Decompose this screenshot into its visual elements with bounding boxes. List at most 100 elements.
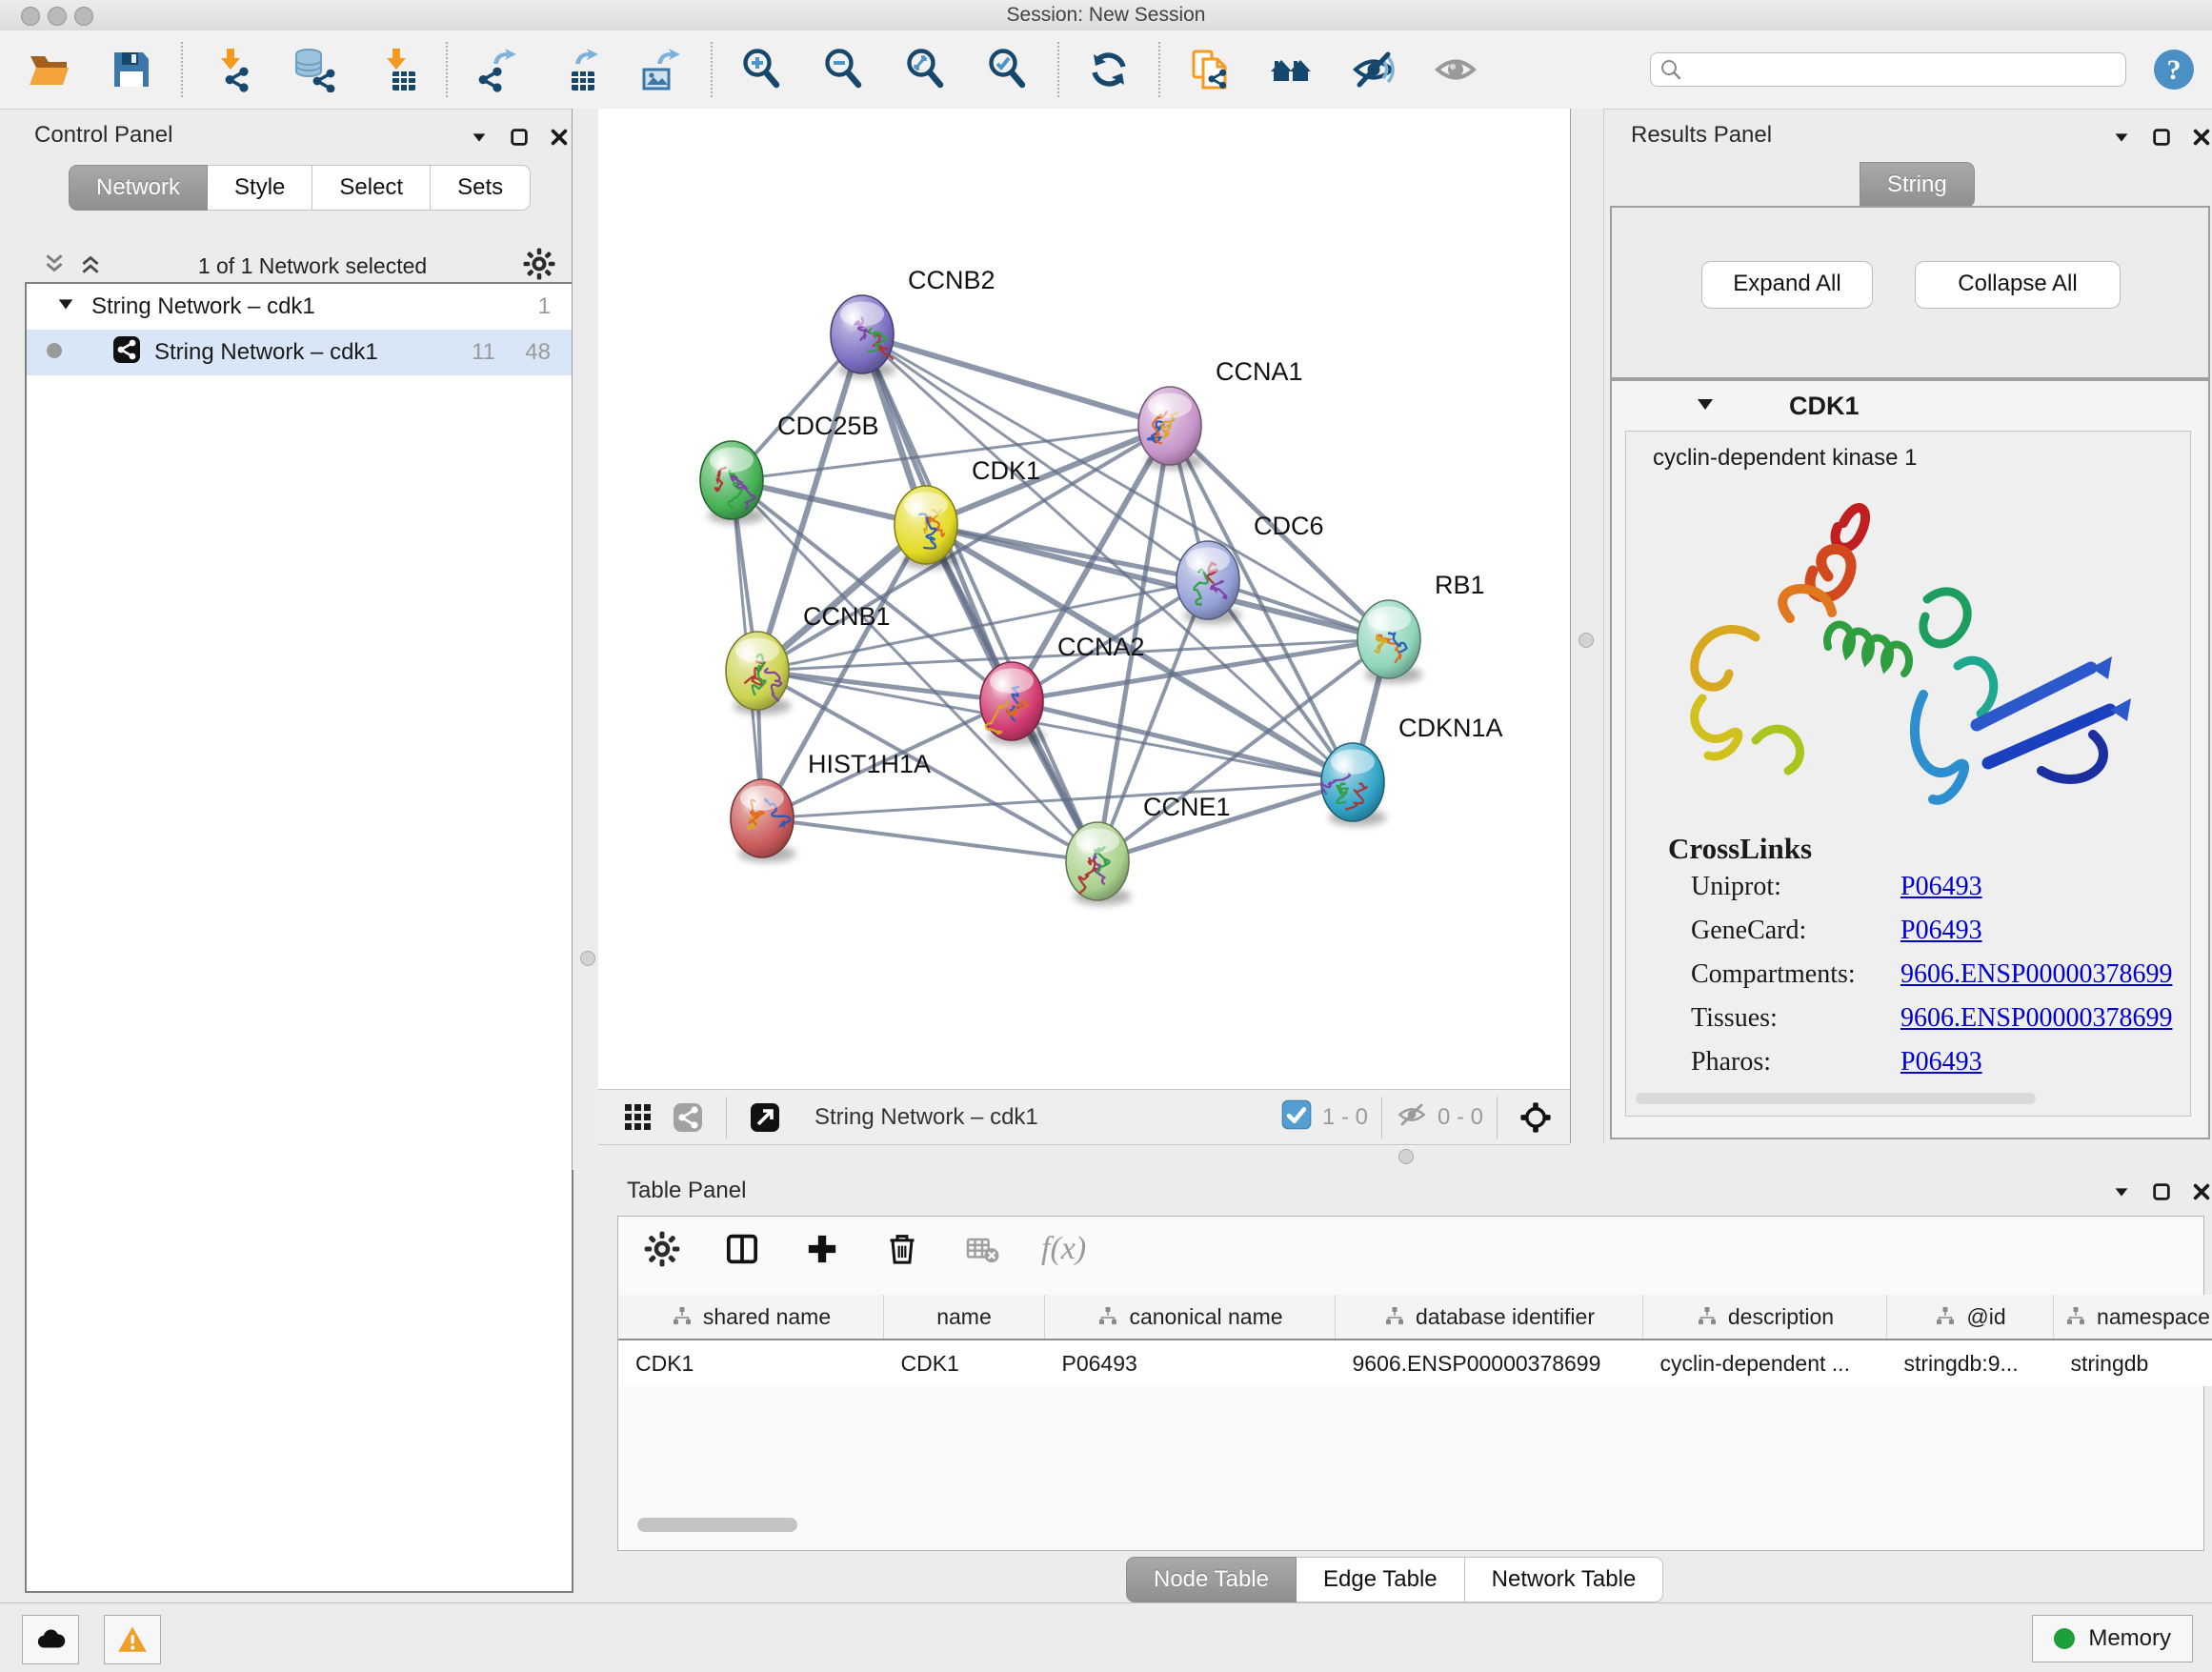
node-CCNA1[interactable]: CCNA1 <box>1138 357 1303 470</box>
collapse-panel-icon[interactable] <box>469 127 490 152</box>
node-table[interactable]: shared namenamecanonical namedatabase id… <box>618 1295 2212 1386</box>
network-canvas[interactable]: CCNB2CCNA1CDC25BCDK1CDC6RB1CCNB1CCNA2CDK… <box>598 109 1570 1089</box>
right-splitter[interactable] <box>1570 109 1604 1170</box>
tab-select[interactable]: Select <box>312 165 431 211</box>
node-CDKN1A[interactable]: CDKN1A <box>1321 714 1503 826</box>
horizontal-splitter-handle[interactable] <box>1398 1149 1414 1164</box>
open-in-window-icon[interactable] <box>740 1093 790 1142</box>
warnings-button[interactable] <box>104 1615 161 1664</box>
crosslink-link[interactable]: P06493 <box>1900 916 1982 945</box>
node-CCNB2[interactable]: CCNB2 <box>831 266 995 378</box>
collapse-panel-icon[interactable] <box>2111 127 2132 152</box>
close-panel-icon[interactable] <box>2191 127 2212 152</box>
close-panel-icon[interactable] <box>549 127 570 152</box>
float-panel-icon[interactable] <box>2151 127 2172 152</box>
tab-style[interactable]: Style <box>208 165 312 211</box>
table-cell[interactable]: CDK1 <box>884 1340 1045 1386</box>
network-options-gear-icon[interactable] <box>522 247 556 286</box>
table-cell[interactable]: CDK1 <box>618 1340 884 1386</box>
zoom-in-button[interactable] <box>737 45 787 94</box>
column-header-name[interactable]: name <box>884 1295 1045 1340</box>
export-network-button[interactable] <box>473 45 522 94</box>
table-cell[interactable]: P06493 <box>1045 1340 1336 1386</box>
import-database-button[interactable] <box>290 45 339 94</box>
open-session-button[interactable] <box>25 45 74 94</box>
table-options-gear-icon[interactable] <box>641 1228 683 1270</box>
tab-node-table[interactable]: Node Table <box>1126 1557 1297 1602</box>
tab-network[interactable]: Network <box>69 165 208 211</box>
export-table-button[interactable] <box>554 45 604 94</box>
string-home-button[interactable] <box>1267 45 1317 94</box>
table-cell[interactable]: cyclin-dependent ... <box>1643 1340 1887 1386</box>
network-row[interactable]: String Network – cdk1 11 48 <box>27 330 572 375</box>
column-header--id[interactable]: @id <box>1887 1295 2054 1340</box>
selected-checkbox-icon[interactable] <box>1280 1098 1313 1136</box>
eye-gray-icon <box>1433 47 1478 92</box>
results-hscrollbar[interactable] <box>1636 1093 2036 1104</box>
float-panel-icon[interactable] <box>2151 1181 2172 1207</box>
edge-CCNB1-CCNA2[interactable] <box>757 671 1012 701</box>
copy-network-button[interactable] <box>1185 45 1235 94</box>
save-session-button[interactable] <box>107 45 156 94</box>
import-network-button[interactable] <box>208 45 257 94</box>
help-button[interactable]: ? <box>2149 45 2199 94</box>
table-row[interactable]: CDK1CDK1P064939606.ENSP00000378699cyclin… <box>618 1340 2212 1386</box>
network-share-view-icon[interactable] <box>663 1093 713 1142</box>
crosslink-link[interactable]: P06493 <box>1900 1047 1982 1077</box>
expand-all-networks-icon[interactable] <box>78 252 103 281</box>
grid-view-icon[interactable] <box>613 1093 663 1142</box>
export-table-icon <box>556 47 602 92</box>
delete-column-icon[interactable] <box>881 1228 923 1270</box>
column-header-namespace[interactable]: namespace <box>2054 1295 2212 1340</box>
crosslink-link[interactable]: 9606.ENSP00000378699 <box>1900 959 2172 989</box>
collapse-panel-icon[interactable] <box>2111 1181 2132 1207</box>
table-cell[interactable]: 9606.ENSP00000378699 <box>1336 1340 1643 1386</box>
hide-selected-button[interactable] <box>1349 45 1398 94</box>
edge-CCNB2-CCNA1[interactable] <box>862 334 1170 426</box>
column-header-description[interactable]: description <box>1643 1295 1887 1340</box>
network-collection-row[interactable]: String Network – cdk1 1 <box>27 284 572 330</box>
show-columns-icon[interactable] <box>721 1228 763 1270</box>
table-cell[interactable]: stringdb:9... <box>1887 1340 2054 1386</box>
node-RB1[interactable]: RB1 <box>1357 571 1485 683</box>
edge-CCNB2-RB1[interactable] <box>862 334 1389 639</box>
column-header-shared-name[interactable]: shared name <box>618 1295 884 1340</box>
table-hscrollbar[interactable] <box>637 1518 797 1532</box>
left-splitter-handle[interactable] <box>580 951 595 966</box>
tab-network-table[interactable]: Network Table <box>1465 1557 1664 1602</box>
zoom-selected-button[interactable] <box>983 45 1033 94</box>
tab-sets[interactable]: Sets <box>431 165 531 211</box>
tree-icon <box>1383 1305 1406 1328</box>
edge-CCNB2-CCNE1[interactable] <box>862 334 1097 861</box>
column-header-canonical-name[interactable]: canonical name <box>1045 1295 1336 1340</box>
crosslink-link[interactable]: 9606.ENSP00000378699 <box>1900 1003 2172 1033</box>
zoom-fit-button[interactable] <box>901 45 951 94</box>
collapse-all-button[interactable]: Collapse All <box>1915 261 2121 309</box>
float-panel-icon[interactable] <box>509 127 530 152</box>
table-cell[interactable]: stringdb <box>2054 1340 2212 1386</box>
export-image-button[interactable] <box>636 45 686 94</box>
cloud-status-button[interactable] <box>22 1615 79 1664</box>
main-toolbar: ? <box>0 30 2212 110</box>
tab-string[interactable]: String <box>1860 162 1975 208</box>
crosslink-link[interactable]: P06493 <box>1900 872 1982 901</box>
add-column-icon[interactable] <box>801 1228 843 1270</box>
import-table-button[interactable] <box>372 45 421 94</box>
horizontal-splitter[interactable] <box>598 1143 2212 1170</box>
right-splitter-handle[interactable] <box>1579 633 1594 648</box>
refresh-layout-button[interactable] <box>1084 45 1134 94</box>
node-CCNE1[interactable]: CCNE1 <box>1066 793 1231 905</box>
collection-expander-icon[interactable] <box>55 293 76 321</box>
close-panel-icon[interactable] <box>2191 1181 2212 1207</box>
edge-HIST1H1A-CCNE1[interactable] <box>762 818 1097 861</box>
protein-expander-icon[interactable] <box>1694 393 1717 420</box>
expand-all-button[interactable]: Expand All <box>1701 261 1873 309</box>
collapse-all-networks-icon[interactable] <box>42 252 67 281</box>
zoom-out-button[interactable] <box>819 45 869 94</box>
memory-button[interactable]: Memory <box>2032 1615 2193 1662</box>
birds-eye-crosshair-icon[interactable] <box>1511 1093 1560 1142</box>
tab-edge-table[interactable]: Edge Table <box>1297 1557 1465 1602</box>
column-header-database-identifier[interactable]: database identifier <box>1336 1295 1643 1340</box>
search-input[interactable] <box>1650 52 2126 87</box>
show-all-button[interactable] <box>1431 45 1480 94</box>
